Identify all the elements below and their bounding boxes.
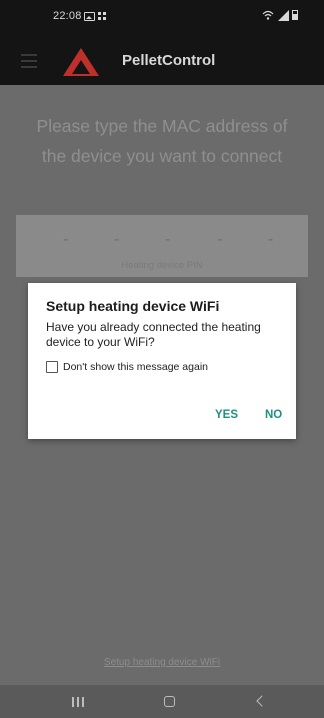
mac-field-label: Heating device PIN [121,260,203,271]
app-bar: PelletControl [0,38,324,85]
app-screen: 22:08 PelletControl Please type the MAC … [0,0,324,718]
mac-segment[interactable]: - [268,231,273,249]
status-bar: 22:08 [0,0,324,38]
battery-icon [292,10,298,20]
app-title: PelletControl [122,52,216,69]
dialog-title: Setup heating device WiFi [46,298,220,314]
recent-apps-icon[interactable] [48,685,108,718]
status-time: 22:08 [53,10,82,22]
setup-wifi-dialog: Setup heating device WiFi Have you alrea… [28,283,296,439]
dont-show-again-label[interactable]: Don't show this message again [63,361,208,373]
dialog-message: Have you already connected the heating d… [46,320,261,349]
mac-segment[interactable]: - [63,231,68,249]
home-icon[interactable] [140,685,200,718]
no-button[interactable]: NO [265,409,282,421]
instruction-text: Please type the MAC address of the devic… [36,116,288,166]
mac-segment[interactable]: - [114,231,119,249]
signal-icon [278,10,289,21]
grid-icon [98,12,107,20]
mac-segment[interactable]: - [217,231,222,249]
hamburger-menu-icon[interactable] [21,54,37,68]
wifi-icon [262,10,274,20]
system-nav-bar [0,685,324,718]
setup-wifi-link[interactable]: Setup heating device WiFi [0,657,324,668]
mac-address-input[interactable]: - - - - - Heating device PIN [16,215,308,277]
dont-show-again-checkbox[interactable] [46,361,58,373]
gallery-icon [84,12,95,21]
yes-button[interactable]: YES [215,409,238,421]
triangle-logo [63,48,99,76]
back-icon[interactable] [232,685,292,718]
mac-segment[interactable]: - [165,231,170,249]
